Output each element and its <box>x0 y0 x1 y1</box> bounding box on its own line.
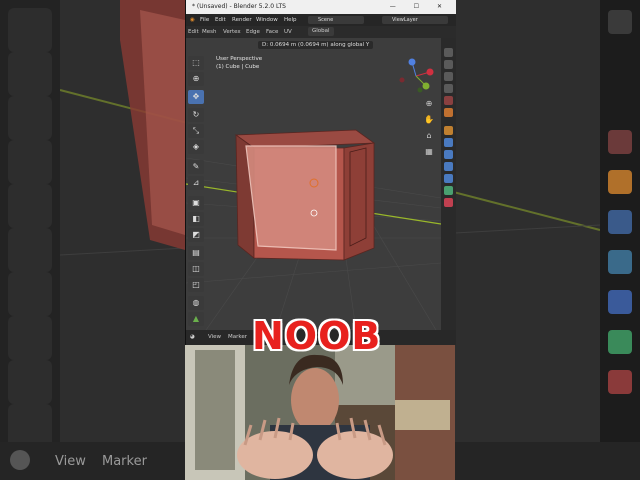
noob-caption: NOOB <box>251 313 382 359</box>
loop-cut-icon[interactable]: ▤ <box>188 246 204 260</box>
header-mesh[interactable]: Mesh <box>202 26 216 38</box>
window-controls[interactable]: — ☐ ✕ <box>390 0 450 14</box>
scene-name: Scene <box>318 17 334 23</box>
blender-logo-icon[interactable]: ◉ <box>190 14 195 26</box>
extrude-icon[interactable]: ▣ <box>188 196 204 210</box>
timeline-view[interactable]: View <box>208 330 221 345</box>
move-icon[interactable]: ✥ <box>188 90 204 104</box>
scene-selector[interactable]: Scene <box>308 16 364 24</box>
particles-tab-icon[interactable] <box>444 150 453 159</box>
operation-status: D: 0.0694 m (0.0694 m) along global Y <box>258 41 374 49</box>
world-tab-icon[interactable] <box>444 108 453 117</box>
output-tab-icon[interactable] <box>444 72 453 81</box>
menu-edit[interactable]: Edit <box>215 14 226 26</box>
viewport-info: User Perspective (1) Cube | Cube <box>216 55 262 71</box>
header-edge[interactable]: Edge <box>246 26 260 38</box>
knife-icon[interactable]: ◫ <box>188 262 204 276</box>
view-layer-selector[interactable]: ViewLayer <box>382 16 448 24</box>
inset-icon[interactable]: ◧ <box>188 212 204 226</box>
selected-face <box>245 145 337 251</box>
menu-render[interactable]: Render <box>232 14 252 26</box>
select-box-icon[interactable]: ⬚ <box>188 56 204 70</box>
camera-icon[interactable]: ⌂ <box>422 130 436 142</box>
object-tab-icon[interactable] <box>444 126 453 135</box>
reaction-photo-art <box>185 345 455 480</box>
reaction-photo <box>185 345 455 480</box>
render-tab-icon[interactable] <box>444 60 453 69</box>
measure-icon[interactable]: ⊿ <box>188 176 204 190</box>
view-layer-tab-icon[interactable] <box>444 84 453 93</box>
material-tab-icon[interactable] <box>444 198 453 207</box>
blender-window: * (Unsaved) - Blender 5.2.0 LTS — ☐ ✕ ◉ … <box>185 0 456 345</box>
constraints-tab-icon[interactable] <box>444 174 453 183</box>
smooth-icon[interactable]: ▲ <box>188 312 204 326</box>
physics-tab-icon[interactable] <box>444 162 453 171</box>
navigation-gizmo <box>399 58 434 93</box>
window-title: * (Unsaved) - Blender 5.2.0 LTS <box>192 3 286 10</box>
data-tab-icon[interactable] <box>444 186 453 195</box>
header-face[interactable]: Face <box>266 26 278 38</box>
background-view-label: View <box>55 454 86 469</box>
pan-hand-icon[interactable]: ✋ <box>422 114 436 126</box>
background-marker-label: Marker <box>102 454 147 469</box>
menu-help[interactable]: Help <box>284 14 297 26</box>
background-properties <box>600 0 640 480</box>
3d-viewport[interactable]: D: 0.0694 m (0.0694 m) along global Y Us… <box>186 38 441 330</box>
scale-icon[interactable]: ⤡ <box>188 124 204 138</box>
header-edit[interactable]: Edit <box>188 26 199 38</box>
cube-right <box>343 142 375 261</box>
perspective-label: User Perspective <box>216 56 263 62</box>
menu-file[interactable]: File <box>200 14 209 26</box>
rotate-icon[interactable]: ↻ <box>188 108 204 122</box>
active-object-label: (1) Cube | Cube <box>216 64 260 70</box>
header-uv[interactable]: UV <box>284 26 292 38</box>
bevel-icon[interactable]: ◩ <box>188 228 204 242</box>
header-vertex[interactable]: Vertex <box>223 26 241 38</box>
cube-top <box>234 129 376 149</box>
zoom-icon[interactable]: ⊕ <box>422 98 436 110</box>
editor-type-icon[interactable]: ◕ <box>190 330 195 345</box>
annotate-icon[interactable]: ✎ <box>188 160 204 174</box>
viewport-scene <box>186 58 441 330</box>
background-toolbar <box>0 0 60 480</box>
screen: View Marker * (Unsaved) - Blender 5.2.0 … <box>0 0 640 480</box>
transform-icon[interactable]: ◈ <box>188 140 204 154</box>
cursor-icon[interactable]: ⊕ <box>188 72 204 86</box>
title-bar: * (Unsaved) - Blender 5.2.0 LTS — ☐ ✕ <box>186 0 456 14</box>
tool-tab-icon[interactable] <box>444 48 453 57</box>
menu-window[interactable]: Window <box>256 14 278 26</box>
properties-tabs <box>441 38 456 330</box>
timeline-marker[interactable]: Marker <box>228 330 247 345</box>
spin-icon[interactable]: ◍ <box>188 296 204 310</box>
modifier-tab-icon[interactable] <box>444 138 453 147</box>
scene-tab-icon[interactable] <box>444 96 453 105</box>
poly-build-icon[interactable]: ◰ <box>188 278 204 292</box>
viewport-header: Edit Mesh Vertex Edge Face UV Global <box>186 26 456 38</box>
grid-icon[interactable]: ▦ <box>422 146 436 158</box>
transform-orientation[interactable]: Global <box>308 27 334 36</box>
menu-bar: ◉ File Edit Render Window Help Scene Vie… <box>186 14 456 26</box>
view-layer-name: ViewLayer <box>392 17 418 23</box>
